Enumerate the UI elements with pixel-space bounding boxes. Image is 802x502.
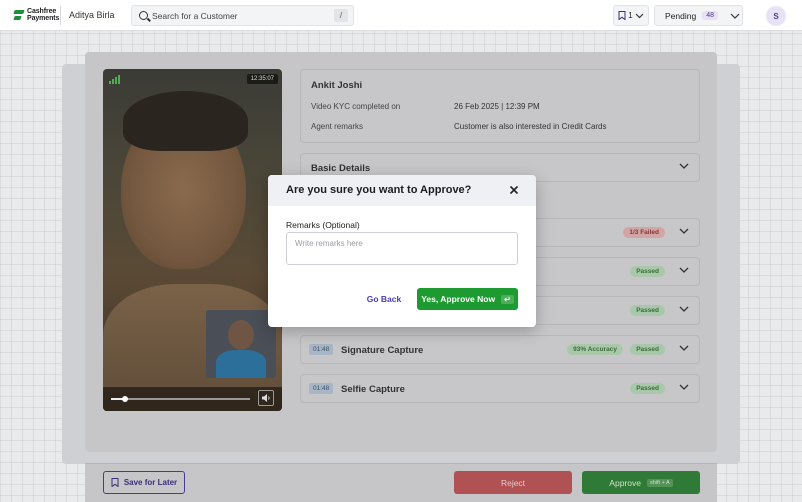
- video-progress-bar[interactable]: [111, 396, 250, 402]
- search-input[interactable]: [152, 9, 332, 23]
- video-subject-hair: [123, 91, 248, 151]
- passed-badge: Passed: [630, 266, 665, 277]
- approve-shortcut: shift + A: [646, 478, 673, 487]
- selfie-capture-title: Selfie Capture: [341, 384, 405, 395]
- chevron-down-icon: [679, 163, 689, 169]
- pending-dropdown[interactable]: Pending 48: [654, 5, 743, 26]
- agent-remarks-label: Agent remarks: [311, 122, 364, 131]
- search-shortcut-key: /: [334, 9, 348, 22]
- close-icon[interactable]: [508, 184, 520, 196]
- failed-badge: 1/3 Failed: [623, 227, 665, 238]
- signature-time-chip: 01:48: [309, 344, 334, 355]
- customer-info-card: Ankit Joshi Video KYC completed on 26 Fe…: [300, 69, 700, 143]
- bookmark-count: 1: [628, 11, 633, 20]
- go-back-button[interactable]: Go Back: [364, 289, 404, 309]
- customer-search[interactable]: /: [131, 5, 354, 26]
- top-bar: Cashfree Payments Aditya Birla / 1 Pendi…: [0, 0, 802, 31]
- mute-button[interactable]: [258, 390, 274, 406]
- video-progress-knob[interactable]: [121, 396, 128, 402]
- modal-header: Are you sure you want to Approve?: [268, 175, 536, 206]
- passed-badge: Passed: [630, 383, 665, 394]
- pending-label: Pending: [665, 10, 697, 21]
- confirm-approve-button[interactable]: Yes, Approve Now ↵: [417, 288, 518, 310]
- kyc-completed-label: Video KYC completed on: [311, 102, 401, 111]
- remarks-label: Remarks (Optional): [286, 220, 360, 230]
- signature-capture-section[interactable]: 01:48 Signature Capture 93% Accuracy Pas…: [300, 335, 700, 364]
- selfie-time-chip: 01:48: [309, 383, 334, 394]
- chevron-down-icon: [730, 13, 740, 19]
- chevron-down-icon: [679, 228, 689, 234]
- topbar-divider: [60, 6, 61, 25]
- accuracy-badge: 93% Accuracy: [567, 344, 623, 355]
- kyc-video-player[interactable]: 12:35:07: [103, 69, 282, 411]
- bookmark-icon: [111, 478, 119, 487]
- user-avatar[interactable]: S: [766, 6, 786, 26]
- save-for-later-label: Save for Later: [123, 478, 178, 487]
- enter-key-icon: ↵: [501, 294, 514, 304]
- signal-icon: [109, 75, 120, 84]
- video-controls: [103, 387, 282, 411]
- remarks-input[interactable]: [286, 232, 518, 265]
- bookmarks-button[interactable]: 1: [613, 5, 649, 26]
- chevron-down-icon: [679, 267, 689, 273]
- approve-button[interactable]: Approve shift + A: [582, 471, 700, 494]
- chevron-down-icon: [679, 306, 689, 312]
- passed-badge: Passed: [630, 344, 665, 355]
- pending-count-badge: 48: [702, 11, 718, 20]
- logo-line-2: Payments: [27, 15, 60, 22]
- logo-line-1: Cashfree: [27, 8, 57, 15]
- passed-badge: Passed: [630, 305, 665, 316]
- agent-body: [216, 350, 266, 378]
- basic-details-title: Basic Details: [311, 163, 371, 174]
- signature-capture-title: Signature Capture: [341, 345, 424, 356]
- org-name: Aditya Birla: [69, 10, 115, 20]
- chevron-down-icon: [679, 345, 689, 351]
- video-timestamp: 12:35:07: [246, 74, 278, 84]
- search-icon: [139, 11, 148, 20]
- reject-button[interactable]: Reject: [454, 471, 572, 494]
- cashfree-logo[interactable]: Cashfree Payments: [14, 8, 59, 22]
- customer-name: Ankit Joshi: [311, 80, 363, 91]
- confirm-approve-label: Yes, Approve Now: [421, 294, 496, 304]
- approve-confirmation-modal: Are you sure you want to Approve? Remark…: [268, 175, 536, 327]
- chevron-down-icon: [635, 13, 644, 18]
- agent-remarks-value: Customer is also interested in Credit Ca…: [454, 122, 607, 131]
- modal-title: Are you sure you want to Approve?: [286, 184, 472, 196]
- agent-pip-video[interactable]: [206, 310, 276, 378]
- approve-label: Approve: [609, 477, 641, 488]
- chevron-down-icon: [679, 384, 689, 390]
- kyc-completed-value: 26 Feb 2025 | 12:39 PM: [454, 102, 540, 111]
- cashfree-logo-icon: [14, 9, 24, 21]
- speaker-icon: [262, 394, 270, 402]
- agent-face: [228, 320, 254, 350]
- bookmark-icon: [618, 11, 626, 20]
- selfie-capture-section[interactable]: 01:48 Selfie Capture Passed: [300, 374, 700, 403]
- save-for-later-button[interactable]: Save for Later: [103, 471, 185, 494]
